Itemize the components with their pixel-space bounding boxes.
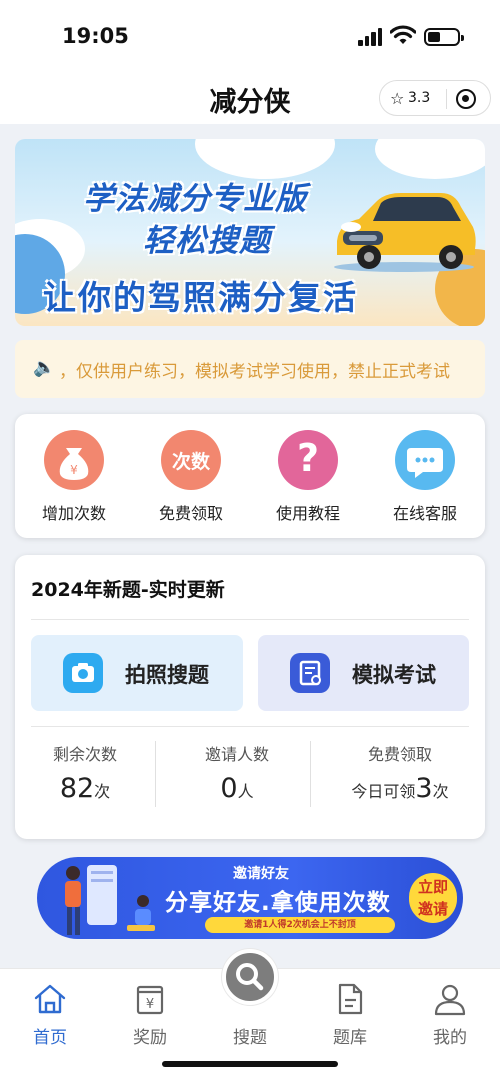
notice-bar: 🔈 ，仅供用户练习，模拟考试学习使用，禁止正式考试: [15, 340, 485, 398]
banner-slogan: 让你的驾照满分复活: [43, 278, 358, 317]
speaker-icon: 🔈: [33, 357, 56, 378]
stat-divider: [310, 741, 311, 807]
photo-search-label: 拍照搜题: [125, 663, 209, 687]
invite-subtitle: 邀请1人得2次机会上不封顶: [205, 917, 395, 933]
exam-icon: [290, 653, 330, 693]
reward-icon: ¥: [136, 985, 164, 1015]
divider: [31, 619, 469, 620]
chat-bubble-icon: [395, 430, 455, 490]
tab-label: 奖励: [133, 1028, 167, 1048]
notice-text: ，仅供用户练习，模拟考试学习使用，禁止正式考试: [59, 362, 450, 382]
quick-action-label: 免费领取: [158, 504, 223, 523]
nav-bar: 减分侠 ☆ 3.3: [0, 72, 500, 124]
stat-divider: [155, 741, 156, 807]
quick-actions-card: ¥ 增加次数 次数 免费领取 ? 使用教程 在线客服: [15, 414, 485, 538]
wifi-icon: [390, 25, 416, 44]
stat-label: 邀请人数: [204, 745, 269, 764]
stat-unit: 人: [237, 782, 254, 801]
quick-action-label: 在线客服: [392, 504, 457, 523]
quick-action-free-claim[interactable]: 次数 免费领取: [136, 414, 246, 538]
mock-exam-label: 模拟考试: [352, 663, 436, 687]
money-bag-icon: ¥: [44, 430, 104, 490]
stat-invited: 邀请人数 0人: [167, 741, 307, 804]
invite-now-button[interactable]: 立即邀请: [409, 873, 457, 923]
car-illustration: [334, 193, 476, 272]
tab-label: 首页: [33, 1028, 67, 1048]
banner-subheadline: 轻松搜题: [143, 223, 271, 259]
signal-icon: [358, 28, 384, 46]
user-icon: [434, 984, 466, 1016]
quick-action-label: 使用教程: [275, 504, 340, 523]
tab-label: 题库: [333, 1028, 367, 1048]
invite-banner[interactable]: 邀请好友 分享好友.拿使用次数 邀请1人得2次机会上不封顶 立即邀请: [37, 857, 463, 939]
search-fab-button[interactable]: [222, 949, 278, 1005]
invite-button-label: 立即邀请: [417, 878, 448, 918]
camera-icon: [63, 653, 103, 693]
stat-remaining: 剩余次数 82次: [15, 741, 155, 804]
rating-value[interactable]: 3.3: [408, 90, 430, 106]
invite-headline: 分享好友.拿使用次数: [165, 890, 391, 916]
times-badge-text: 次数: [171, 451, 210, 473]
invite-illustration: [65, 865, 155, 935]
star-icon[interactable]: ☆: [390, 89, 404, 108]
cloud-decoration: [375, 139, 485, 179]
promo-banner[interactable]: 学法减分专业版 轻松搜题 让你的驾照满分复活: [15, 139, 485, 326]
svg-text:¥: ¥: [70, 463, 78, 477]
home-indicator: [162, 1061, 338, 1067]
stat-label: 剩余次数: [52, 745, 117, 764]
mini-program-capsule[interactable]: ☆ 3.3: [379, 80, 491, 116]
quick-action-add-times[interactable]: ¥ 增加次数: [19, 414, 129, 538]
tab-label: 我的: [433, 1028, 467, 1048]
close-target-icon[interactable]: [456, 89, 476, 109]
status-bar: 19:05: [0, 0, 500, 72]
banner-headline: 学法减分专业版: [83, 181, 307, 217]
svg-text:¥: ¥: [146, 997, 154, 1012]
search-icon: [236, 963, 264, 991]
mock-exam-button[interactable]: 模拟考试: [258, 635, 469, 711]
divider: [31, 726, 469, 727]
capsule-divider: [446, 89, 447, 109]
stat-unit: 次: [94, 782, 111, 801]
section-title: 2024年新题-实时更新: [31, 579, 225, 601]
quick-action-tutorial[interactable]: ? 使用教程: [253, 414, 363, 538]
stat-free-claim[interactable]: 免费领取 今日可领3次: [325, 741, 475, 804]
stat-value: 3: [415, 773, 433, 804]
times-badge-icon: 次数: [161, 430, 221, 490]
stat-value: 0: [220, 773, 238, 804]
stat-unit: 次: [432, 782, 449, 801]
tab-label: 搜题: [233, 1028, 267, 1048]
invite-title: 邀请好友: [233, 866, 289, 882]
quick-action-support[interactable]: 在线客服: [370, 414, 480, 538]
photo-search-button[interactable]: 拍照搜题: [31, 635, 243, 711]
battery-icon: [424, 28, 464, 46]
question-icon: ?: [278, 430, 338, 490]
home-icon: [34, 984, 66, 1014]
stat-label: 免费领取: [367, 745, 432, 764]
quick-action-label: 增加次数: [41, 504, 106, 523]
status-time: 19:05: [62, 24, 129, 48]
document-icon: [338, 983, 363, 1015]
stat-prefix: 今日可领: [351, 782, 416, 801]
stat-value: 82: [59, 773, 95, 804]
main-card: 2024年新题-实时更新 拍照搜题 模拟考试 剩余次数 82次 邀请人数 0人 …: [15, 555, 485, 839]
